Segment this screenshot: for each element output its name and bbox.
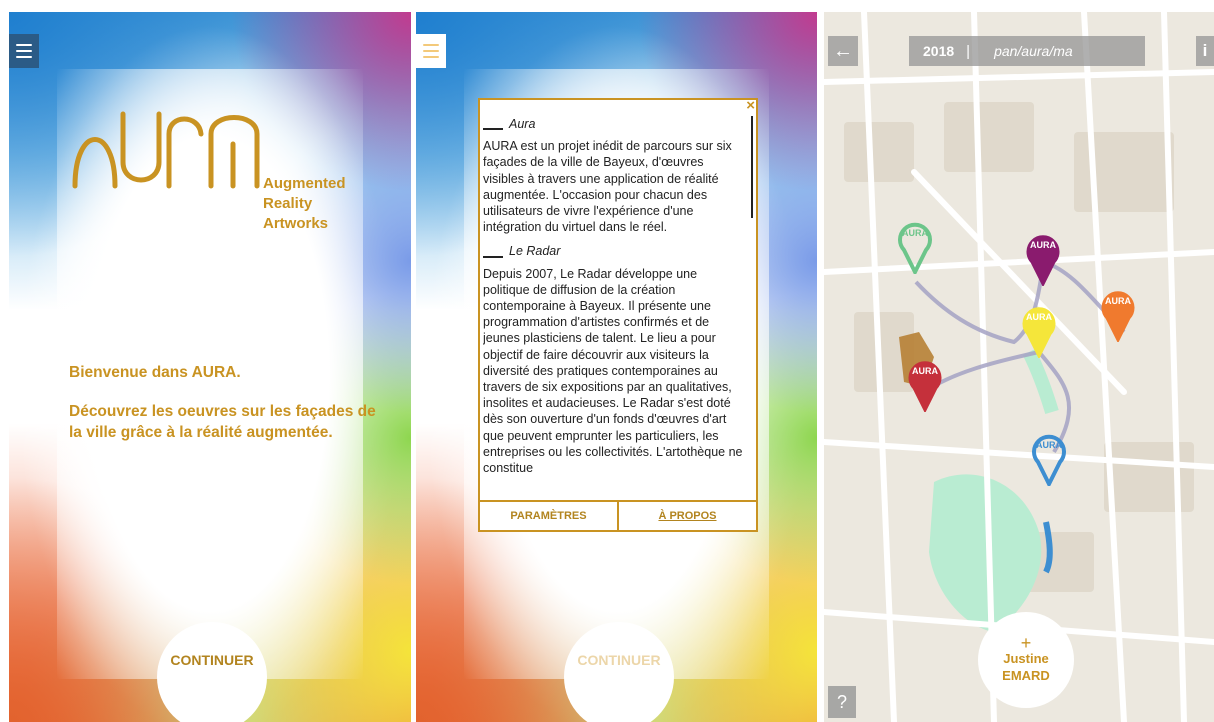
section-text-radar: Depuis 2007, Le Radar développe une poli… xyxy=(483,266,743,476)
welcome-title: Bienvenue dans AURA. xyxy=(69,364,241,381)
map-screen: AURA AURA AURA AURA AURA AURA ← 2018 | p… xyxy=(824,12,1214,722)
map-pin-blue[interactable]: AURA xyxy=(1032,432,1066,489)
year-label: 2018 xyxy=(923,43,955,59)
welcome-screen: Augmented Reality Artworks Bienvenue dan… xyxy=(9,12,411,722)
dialog-tabs: PARAMÈTRES À PROPOS xyxy=(480,500,756,530)
menu-button[interactable] xyxy=(416,34,446,68)
help-icon: ? xyxy=(836,691,847,712)
continue-label: CONTINUER xyxy=(577,652,661,668)
welcome-description: Découvrez les oeuvres sur les façades de… xyxy=(69,403,376,441)
hamburger-icon xyxy=(423,44,439,46)
aura-logo xyxy=(71,104,271,195)
artist-last-name: EMARD xyxy=(1002,668,1050,683)
scrollbar[interactable] xyxy=(751,116,753,218)
section-heading-aura: Aura xyxy=(483,116,747,132)
back-button[interactable]: ← xyxy=(828,36,858,66)
plus-icon: + xyxy=(1020,633,1032,653)
tagline-line-2: Reality xyxy=(263,195,313,212)
continue-button[interactable]: CONTINUER xyxy=(564,622,674,722)
continue-button[interactable]: CONTINUER xyxy=(157,622,267,722)
close-icon[interactable]: × xyxy=(746,97,755,114)
map-pin-orange[interactable]: AURA xyxy=(1101,288,1135,344)
menu-button[interactable] xyxy=(9,34,39,68)
info-icon: i xyxy=(1202,41,1208,60)
section-text-aura: AURA est un projet inédit de parcours su… xyxy=(483,139,732,235)
map-pin-green[interactable]: AURA xyxy=(898,220,932,277)
artist-button[interactable]: + Justine EMARD xyxy=(978,612,1074,708)
tagline: Augmented Reality Artworks xyxy=(263,174,346,234)
tab-about[interactable]: À PROPOS xyxy=(617,502,756,530)
back-arrow-icon: ← xyxy=(833,39,853,62)
map-pin-purple[interactable]: AURA xyxy=(1026,232,1060,288)
tab-settings[interactable]: PARAMÈTRES xyxy=(480,502,617,530)
tagline-line-3: Artworks xyxy=(263,215,329,232)
hamburger-icon xyxy=(16,44,32,46)
welcome-text: Bienvenue dans AURA. Découvrez les oeuvr… xyxy=(69,362,389,461)
continue-label: CONTINUER xyxy=(170,652,254,668)
tagline-line-1: Augmented xyxy=(263,175,346,192)
section-heading-radar: Le Radar xyxy=(483,243,747,259)
about-dialog: × Aura AURA est un projet inédit de parc… xyxy=(478,97,758,532)
path-label: pan/aura/ma xyxy=(994,43,1073,59)
help-button[interactable]: ? xyxy=(828,686,856,718)
map-pin-red[interactable]: AURA xyxy=(908,358,942,414)
separator: | xyxy=(966,42,971,60)
map-pin-yellow[interactable]: AURA xyxy=(1022,304,1056,360)
artist-first-name: Justine xyxy=(1003,651,1049,666)
location-bar: 2018 | pan/aura/ma xyxy=(909,36,1145,66)
dialog-body[interactable]: Aura AURA est un projet inédit de parcou… xyxy=(483,116,747,508)
about-screen: × Aura AURA est un projet inédit de parc… xyxy=(416,12,817,722)
info-button[interactable]: i xyxy=(1196,36,1214,66)
